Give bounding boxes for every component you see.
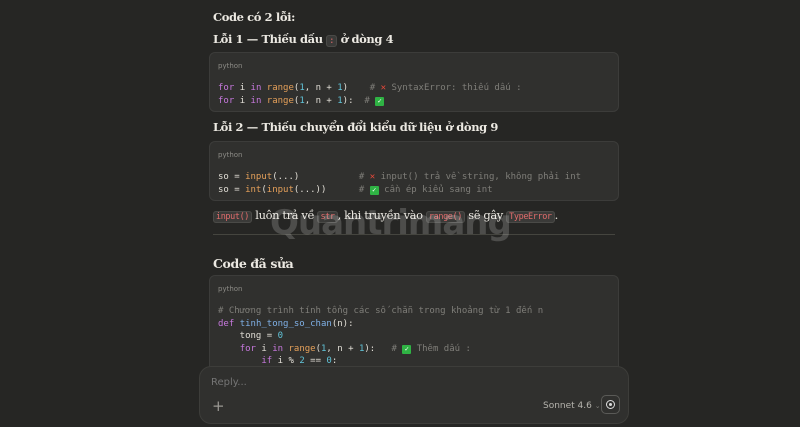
model-name: Sonnet 4.6	[543, 401, 592, 411]
code-token: cần ép kiểu sang int	[378, 184, 493, 195]
code-line: # Chương trình tính tổng các số chẵn tro…	[218, 305, 610, 318]
code-token: SyntaxError: thiếu dấu :	[386, 83, 522, 93]
code-token: range	[266, 95, 294, 106]
inline-code: TypeError	[506, 211, 555, 223]
code-token: ==	[304, 356, 327, 366]
note-text: .	[554, 208, 559, 222]
code-token: , n +	[326, 343, 359, 354]
code-token: #	[369, 83, 381, 93]
code-token: )	[342, 83, 370, 93]
check-icon: ✓	[375, 96, 385, 106]
code-token: range	[266, 83, 294, 93]
code-line: so = input(...) # ✕ input() trả về strin…	[218, 171, 610, 184]
code-token: 0	[277, 331, 284, 341]
check-icon: ✓	[369, 185, 379, 195]
code-line: for i in range(1, n + 1) # ✕ SyntaxError…	[218, 82, 610, 95]
code-block-error2: python so = input(...) # ✕ input() trả v…	[209, 141, 619, 201]
code-line: def tinh_tong_so_chan(n):	[218, 318, 610, 331]
code-token: int	[245, 184, 262, 195]
code-token: for	[239, 343, 262, 354]
code-token: tong =	[218, 331, 278, 341]
code-token: #	[358, 172, 370, 182]
watermark-logo: Quantrimang	[270, 203, 512, 243]
code-line: tong = 0	[218, 330, 610, 343]
code-token: def	[218, 318, 240, 329]
code-token: i	[239, 83, 251, 93]
code-language: python	[218, 62, 243, 70]
error2-heading: Lỗi 2 — Thiếu chuyển đổi kiểu dữ liệu ở …	[213, 120, 499, 134]
code-token: i	[261, 343, 273, 354]
chevron-down-icon: ⌄	[594, 402, 601, 410]
code-token: :	[331, 356, 338, 366]
code-language: python	[218, 151, 243, 159]
model-selector[interactable]: Sonnet 4.6 ⌄	[543, 401, 601, 411]
code-token: #	[391, 343, 403, 354]
code-token: range	[288, 343, 316, 354]
record-icon	[606, 400, 615, 409]
check-icon: ✓	[402, 344, 412, 354]
error1-title-post: ở dòng 4	[340, 32, 394, 46]
code-token: in	[272, 343, 289, 354]
add-button[interactable]: +	[212, 397, 225, 415]
code-token: so =	[218, 184, 246, 195]
code-line: for i in range(1, n + 1): # ✓	[218, 95, 610, 108]
code-line: so = int(input(...)) # ✓ cần ép kiểu san…	[218, 184, 610, 197]
code-token: i	[239, 95, 251, 106]
intro-text: Code có 2 lỗi:	[213, 10, 295, 24]
code-token: , n +	[304, 95, 338, 106]
code-token: input	[266, 184, 294, 195]
code-token: ):	[342, 95, 365, 106]
code-token: for	[218, 95, 240, 106]
fixed-heading: Code đã sửa	[213, 256, 294, 271]
code-line: for i in range(1, n + 1): # ✓ Thêm dấu :	[218, 343, 610, 356]
code-token: input	[245, 172, 273, 182]
code-token: i %	[277, 356, 300, 366]
code-token: # Chương trình tính tổng các số chẵn tro…	[218, 306, 544, 316]
voice-button[interactable]	[601, 395, 620, 414]
code-token: tinh_tong_so_chan	[239, 318, 332, 329]
code-block-error1: python for i in range(1, n + 1) # ✕ Synt…	[209, 52, 619, 112]
code-token: ):	[364, 343, 392, 354]
error1-title: Lỗi 1 — Thiếu dấu	[213, 32, 323, 46]
code-token: for	[218, 83, 240, 93]
code-token: so =	[218, 172, 246, 182]
code-token: #	[358, 184, 370, 195]
reply-box: + Sonnet 4.6 ⌄	[199, 366, 629, 424]
code-token: (n):	[331, 318, 354, 329]
reply-input[interactable]	[211, 377, 611, 388]
code-token: input() trả về string, không phải int	[375, 172, 582, 182]
error1-heading: Lỗi 1 — Thiếu dấu : ở dòng 4	[213, 32, 394, 47]
inline-code: :	[326, 35, 337, 47]
code-token: if	[261, 356, 278, 366]
code-token: Thêm dấu :	[411, 343, 471, 354]
code-token: #	[364, 95, 376, 106]
inline-code: input()	[213, 211, 253, 223]
code-token: in	[250, 95, 267, 106]
code-token: in	[250, 83, 267, 93]
code-token: (...))	[293, 184, 359, 195]
code-token: (...)	[272, 172, 359, 182]
code-token: , n +	[304, 83, 338, 93]
code-language: python	[218, 285, 243, 293]
